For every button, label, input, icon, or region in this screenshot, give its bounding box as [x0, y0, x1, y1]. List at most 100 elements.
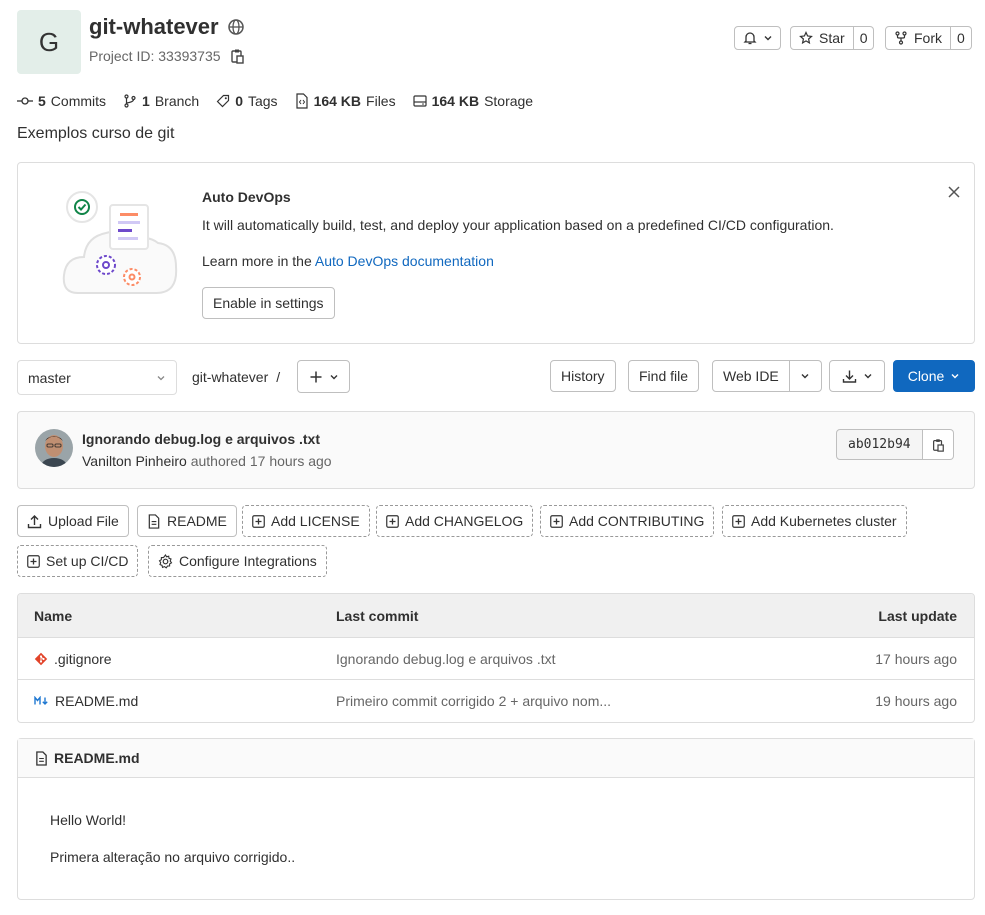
learn-more-prefix: Learn more in the [202, 253, 312, 269]
add-kubernetes-cluster-button[interactable]: Add Kubernetes cluster [722, 505, 907, 537]
stat-commits-value: 5 [38, 93, 46, 109]
branch-icon [123, 94, 137, 108]
copy-icon[interactable] [229, 48, 245, 64]
add-changelog-label: Add CHANGELOG [405, 513, 524, 529]
stat-tags-value: 0 [235, 93, 243, 109]
add-contributing-label: Add CONTRIBUTING [569, 513, 705, 529]
star-count[interactable]: 0 [853, 26, 875, 50]
star-group: Star 0 [790, 26, 875, 50]
fork-label: Fork [914, 30, 942, 46]
breadcrumb-root[interactable]: git-whatever [192, 369, 268, 385]
download-button[interactable] [829, 360, 885, 392]
readme-button[interactable]: README [137, 505, 237, 537]
readme-line-1: Hello World! [50, 812, 126, 828]
star-label: Star [819, 30, 845, 46]
file-last-commit[interactable]: Ignorando debug.log e arquivos .txt [336, 651, 736, 667]
commit-author[interactable]: Vanilton Pinheiro [82, 453, 187, 469]
stat-storage[interactable]: 164 KB Storage [412, 93, 533, 109]
star-count-value: 0 [859, 30, 868, 46]
add-to-tree-dropdown[interactable] [297, 360, 350, 393]
web-ide-label: Web IDE [723, 368, 779, 384]
plus-square-icon [27, 554, 40, 568]
fork-button[interactable]: Fork [885, 26, 951, 50]
star-button[interactable]: Star [790, 26, 854, 50]
stat-files[interactable]: 164 KB Files [295, 93, 396, 109]
commit-sha[interactable]: ab012b94 [836, 429, 923, 460]
copy-sha-button[interactable] [922, 429, 954, 460]
web-ide-button[interactable]: Web IDE [712, 360, 790, 392]
file-last-update: 17 hours ago [875, 650, 957, 667]
enable-in-settings-label: Enable in settings [213, 295, 324, 311]
set-up-ci-cd-label: Set up CI/CD [46, 553, 129, 569]
file-last-update: 19 hours ago [875, 693, 957, 709]
readme-header: README.md [18, 739, 974, 778]
configure-integrations-button[interactable]: Configure Integrations [148, 545, 327, 577]
file-icon [35, 750, 48, 766]
commit-sha-group: ab012b94 [836, 429, 954, 460]
branch-name: master [28, 369, 71, 386]
fork-group: Fork 0 [885, 26, 972, 50]
column-name-header: Name [34, 607, 73, 624]
close-icon[interactable] [947, 185, 961, 199]
autodevops-text: It will automatically build, test, and d… [202, 217, 834, 233]
readme-filename[interactable]: README.md [54, 750, 140, 766]
stat-branch[interactable]: 1 Branch [123, 93, 199, 109]
project-avatar-letter: G [38, 26, 60, 57]
plus-icon [309, 370, 323, 384]
project-title-row: git-whatever [89, 14, 245, 40]
history-label: History [561, 368, 605, 384]
last-commit: Ignorando debug.log e arquivos .txt Vani… [17, 411, 975, 489]
stat-tags[interactable]: 0 Tags [216, 93, 278, 109]
file-name[interactable]: README.md [55, 693, 138, 709]
markdown-icon [34, 696, 49, 706]
file-icon [147, 513, 161, 529]
upload-icon [27, 514, 42, 529]
readme-line-2: Primera alteração no arquivo corrigido.. [50, 849, 296, 865]
set-up-ci-cd-button[interactable]: Set up CI/CD [17, 545, 139, 577]
tag-icon [216, 94, 230, 108]
git-icon [34, 652, 48, 666]
stat-commits[interactable]: 5 Commits [17, 93, 106, 109]
find-file-button[interactable]: Find file [628, 360, 700, 392]
plus-square-icon [732, 514, 745, 528]
upload-file-button[interactable]: Upload File [17, 505, 129, 537]
find-file-label: Find file [639, 368, 689, 384]
notifications-button[interactable] [734, 26, 781, 50]
web-ide-dropdown[interactable] [789, 360, 822, 392]
stat-files-value: 164 KB [313, 93, 362, 109]
project-avatar: G [17, 10, 81, 74]
plus-square-icon [550, 514, 563, 528]
enable-in-settings-button[interactable]: Enable in settings [202, 287, 335, 319]
fork-count-value: 0 [957, 30, 965, 46]
file-name[interactable]: .gitignore [54, 651, 112, 667]
stat-tags-label: Tags [247, 93, 278, 109]
stat-branch-value: 1 [142, 93, 150, 109]
autodevops-docs-link[interactable]: Auto DevOps documentation [315, 253, 494, 269]
add-license-button[interactable]: Add LICENSE [242, 505, 370, 537]
add-contributing-button[interactable]: Add CONTRIBUTING [540, 505, 715, 537]
globe-icon [227, 18, 245, 36]
storage-icon [412, 94, 427, 108]
table-row[interactable]: .gitignore Ignorando debug.log e arquivo… [18, 638, 974, 680]
add-changelog-button[interactable]: Add CHANGELOG [376, 505, 534, 537]
project-title[interactable]: git-whatever [89, 14, 219, 40]
fork-icon [894, 31, 908, 45]
commit-meta: Vanilton Pinheiro authored 17 hours ago [82, 453, 332, 469]
clone-button[interactable]: Clone [893, 360, 975, 392]
branch-selector[interactable]: master [17, 360, 177, 395]
autodevops-learn-more: Learn more in the Auto DevOps documentat… [202, 253, 494, 269]
stat-files-label: Files [366, 93, 396, 109]
history-button[interactable]: History [550, 360, 616, 392]
commit-authored-time: authored 17 hours ago [190, 453, 332, 469]
chevron-down-icon [156, 373, 166, 383]
file-last-commit[interactable]: Primeiro commit corrigido 2 + arquivo no… [336, 693, 736, 709]
plus-square-icon [252, 514, 265, 528]
avatar[interactable] [35, 429, 73, 467]
stat-branch-label: Branch [154, 93, 200, 109]
fork-count[interactable]: 0 [951, 26, 972, 50]
column-last-commit-header: Last commit [336, 607, 419, 624]
commit-title[interactable]: Ignorando debug.log e arquivos .txt [82, 431, 320, 447]
table-row[interactable]: README.md Primeiro commit corrigido 2 + … [18, 680, 974, 722]
breadcrumb: git-whatever / [192, 369, 280, 385]
gear-icon [158, 553, 173, 569]
